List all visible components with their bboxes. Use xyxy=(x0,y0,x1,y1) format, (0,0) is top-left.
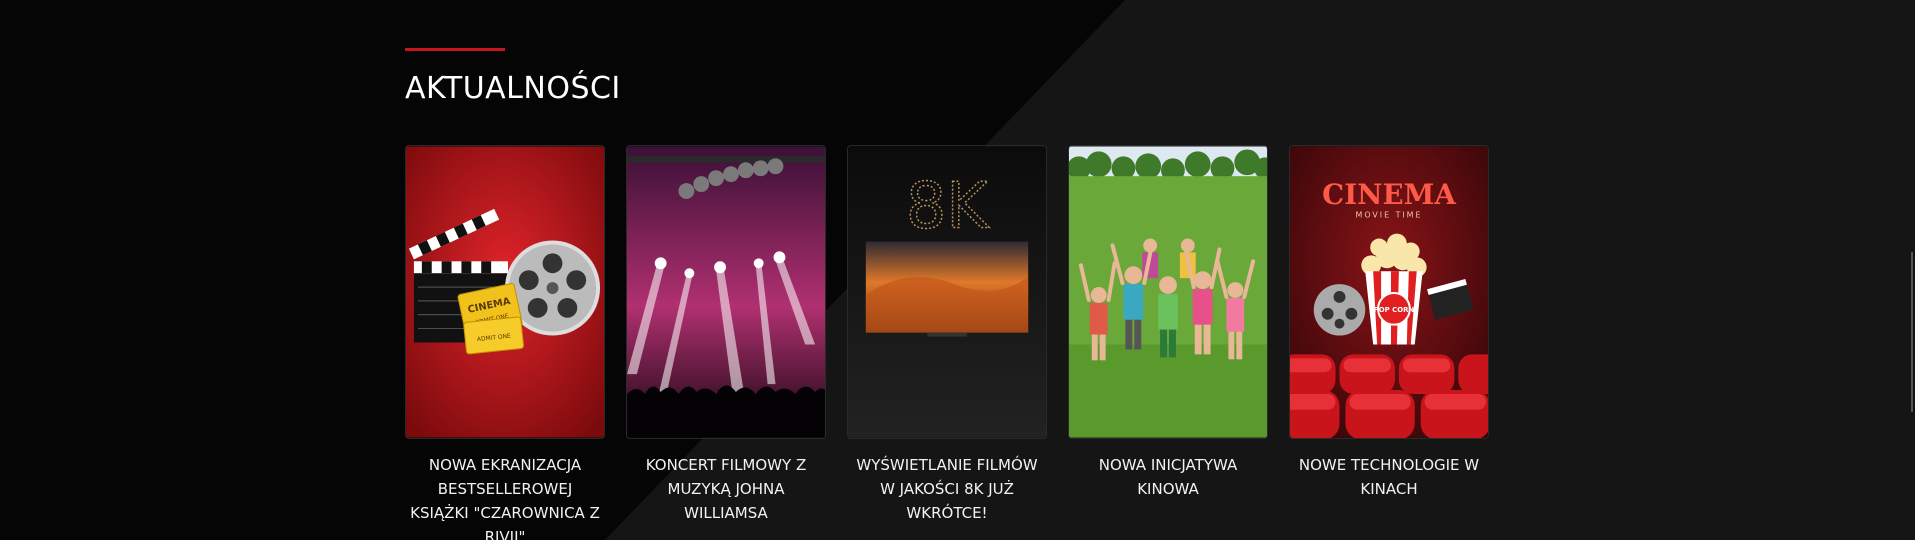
section-accent-line xyxy=(405,48,505,51)
svg-text:POP CORN: POP CORN xyxy=(1374,306,1415,314)
news-section: AKTUALNOŚCI CINEMA ADMIT ONE NOWA EKRANI… xyxy=(405,48,1515,540)
news-card-title[interactable]: KONCERT FILMOWY Z MUZYKĄ JOHNA WILLIAMSA xyxy=(626,453,826,525)
svg-text:8K: 8K xyxy=(906,169,989,243)
news-card[interactable]: 8K WYŚWIETLANIE FILMÓW W JAKOŚCI 8K JUŻ … xyxy=(847,145,1047,540)
news-card-title[interactable]: NOWA EKRANIZACJA BESTSELLEROWEJ KSIĄŻKI … xyxy=(405,453,605,540)
news-card[interactable]: CINEMA MOVIE TIME POP CORN NOWE TECHNOLO… xyxy=(1289,145,1489,540)
cinema-popcorn-image[interactable]: CINEMA MOVIE TIME POP CORN xyxy=(1289,145,1489,439)
section-title: AKTUALNOŚCI xyxy=(405,71,621,106)
news-card[interactable]: NOWA INICJATYWA KINOWA xyxy=(1068,145,1268,540)
children-meadow-image[interactable] xyxy=(1068,145,1268,439)
news-card-title[interactable]: WYŚWIETLANIE FILMÓW W JAKOŚCI 8K JUŻ WKR… xyxy=(847,453,1047,525)
svg-text:MOVIE TIME: MOVIE TIME xyxy=(1356,211,1423,220)
page-scrollbar[interactable] xyxy=(1911,252,1913,412)
news-card-title[interactable]: NOWE TECHNOLOGIE W KINACH xyxy=(1289,453,1489,501)
svg-text:CINEMA: CINEMA xyxy=(1322,178,1456,211)
news-card[interactable]: KONCERT FILMOWY Z MUZYKĄ JOHNA WILLIAMSA xyxy=(626,145,826,540)
news-card-title[interactable]: NOWA INICJATYWA KINOWA xyxy=(1068,453,1268,501)
concert-stage-image[interactable] xyxy=(626,145,826,439)
film-reel-clapper-image[interactable]: CINEMA ADMIT ONE ADMIT ONE xyxy=(405,145,605,439)
news-cards: CINEMA ADMIT ONE ADMIT ONE NOWA EKRANIZA… xyxy=(405,145,1489,540)
news-card[interactable]: CINEMA ADMIT ONE ADMIT ONE NOWA EKRANIZA… xyxy=(405,145,605,540)
8k-tv-image[interactable]: 8K xyxy=(847,145,1047,439)
